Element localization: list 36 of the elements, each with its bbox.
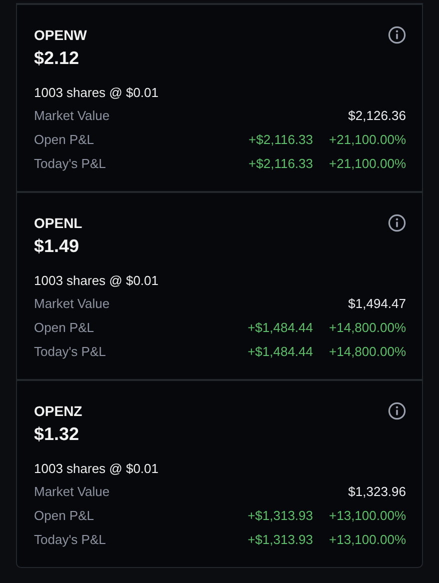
row-label: Open P&L [34, 132, 95, 146]
row-value: $2,126.36 [348, 108, 406, 122]
row-value: +$2,116.33 [248, 132, 314, 146]
row-label: Today's P&L [34, 344, 107, 358]
row-value: $1,323.96 [348, 484, 406, 498]
row-value: $1,494.47 [348, 296, 406, 310]
row-label: Market Value [34, 108, 111, 122]
info-icon[interactable] [388, 26, 406, 44]
info-icon[interactable] [388, 402, 406, 420]
ticker-symbol: OPENL [34, 214, 82, 233]
row-label: Market Value [34, 296, 111, 310]
row-value: +21,100.00% [329, 156, 406, 170]
shares-summary: 1003 shares @ $0.01 [34, 84, 160, 102]
row-label: Today's P&L [34, 532, 107, 546]
row-value: +$1,313.93 [248, 508, 314, 522]
row-value: +14,800.00% [329, 320, 406, 334]
stock-price: $1.49 [34, 235, 80, 258]
row-label: Open P&L [34, 508, 95, 522]
ticker-symbol: OPENW [34, 26, 87, 45]
stock-price: $2.12 [34, 47, 80, 70]
row-value: +14,800.00% [329, 344, 406, 358]
row-value: +$1,484.44 [248, 320, 314, 334]
row-value: +$1,484.44 [248, 344, 314, 358]
shares-summary: 1003 shares @ $0.01 [34, 272, 160, 290]
row-label: Market Value [34, 484, 111, 498]
info-icon[interactable] [388, 214, 406, 232]
row-value: +21,100.00% [329, 132, 406, 146]
row-label: Open P&L [34, 320, 95, 334]
stock-price: $1.32 [34, 423, 80, 446]
row-label: Today's P&L [34, 156, 107, 170]
row-value: +$2,116.33 [248, 156, 314, 170]
ticker-symbol: OPENZ [34, 402, 82, 421]
row-value: +13,100.00% [329, 508, 406, 522]
shares-summary: 1003 shares @ $0.01 [34, 460, 160, 478]
row-value: +$1,313.93 [248, 532, 314, 546]
row-value: +13,100.00% [329, 532, 406, 546]
